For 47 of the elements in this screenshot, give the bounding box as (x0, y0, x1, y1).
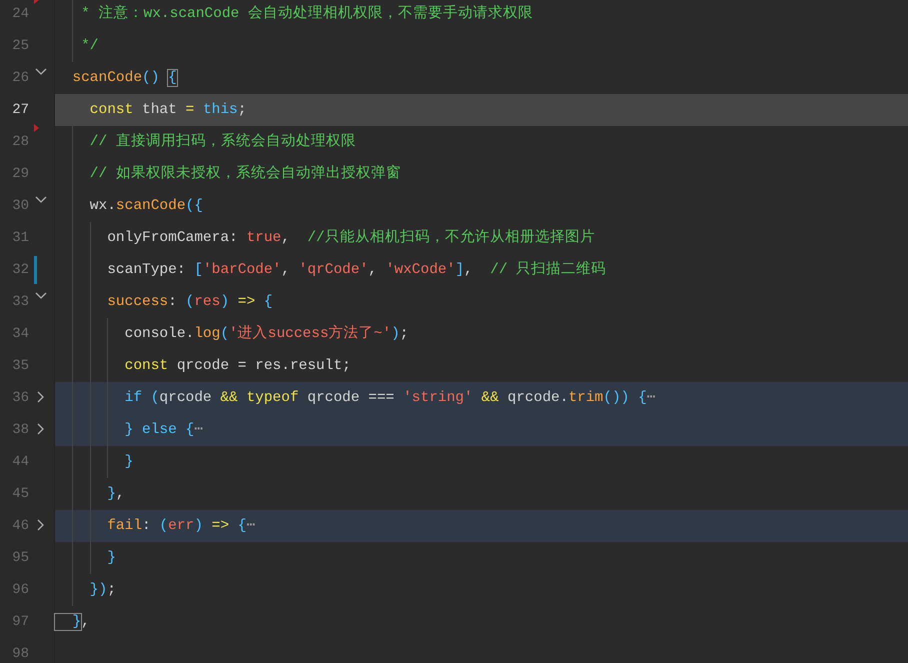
chevron-right-icon[interactable] (37, 423, 45, 435)
code-line: const that = this; (88, 101, 246, 120)
line-number: 45 (12, 485, 29, 503)
code-line: } (106, 549, 116, 568)
line-number: 33 (12, 293, 29, 311)
code-line: } else {⋯ (124, 421, 203, 440)
code-line: wx.scanCode({ (88, 197, 203, 216)
code-line: scanCode() { (71, 69, 177, 88)
line-number: 29 (12, 165, 29, 183)
code-line: const qrcode = res.result; (124, 357, 351, 376)
chevron-down-icon[interactable] (35, 292, 47, 300)
line-number: 30 (12, 197, 29, 215)
chevron-right-icon[interactable] (37, 519, 45, 531)
code-line: scanType: ['barCode', 'qrCode', 'wxCode'], // 只扫描二维码 (106, 260, 606, 280)
line-number: 28 (12, 133, 29, 151)
line-number: 34 (12, 325, 29, 343)
line-number: 24 (12, 5, 29, 23)
line-number: 95 (12, 549, 29, 567)
line-number: 98 (12, 645, 29, 663)
code-line: */ (80, 37, 99, 56)
chevron-down-icon[interactable] (35, 196, 47, 204)
line-number: 36 (12, 389, 29, 407)
line-number: 46 (12, 517, 29, 535)
code-line: if (qrcode && typeof qrcode === 'string' && qrcode.trim()) {⋯ (124, 389, 656, 408)
code-line: }, (55, 612, 90, 632)
line-number: 96 (12, 581, 29, 599)
line-number: 44 (12, 453, 29, 471)
line-number: 31 (12, 229, 29, 247)
line-number: 38 (12, 421, 29, 439)
code-line: }, (106, 485, 125, 504)
code-line: } (124, 453, 134, 472)
code-line: console.log('进入success方法了~'); (124, 324, 408, 344)
code-line: success: (res) => { (106, 293, 273, 312)
line-number: 32 (12, 261, 29, 279)
line-number: 25 (12, 37, 29, 55)
line-number: 97 (12, 613, 29, 631)
code-line: fail: (err) => {⋯ (106, 517, 256, 536)
code-line: // 直接调用扫码，系统会自动处理权限 (88, 132, 356, 152)
chevron-down-icon[interactable] (35, 68, 47, 76)
chevron-right-icon[interactable] (37, 391, 45, 403)
line-number: 27 (12, 101, 29, 119)
line-number: 26 (12, 69, 29, 87)
code-line: // 如果权限未授权，系统会自动弹出授权弹窗 (88, 164, 401, 184)
code-line: }); (88, 581, 116, 600)
code-line: onlyFromCamera: true, //只能从相机扫码，不允许从相册选择图片 (106, 228, 595, 248)
code-line: * 注意：wx.scanCode 会自动处理相机权限，不需要手动请求权限 (80, 4, 533, 24)
line-number: 35 (12, 357, 29, 375)
